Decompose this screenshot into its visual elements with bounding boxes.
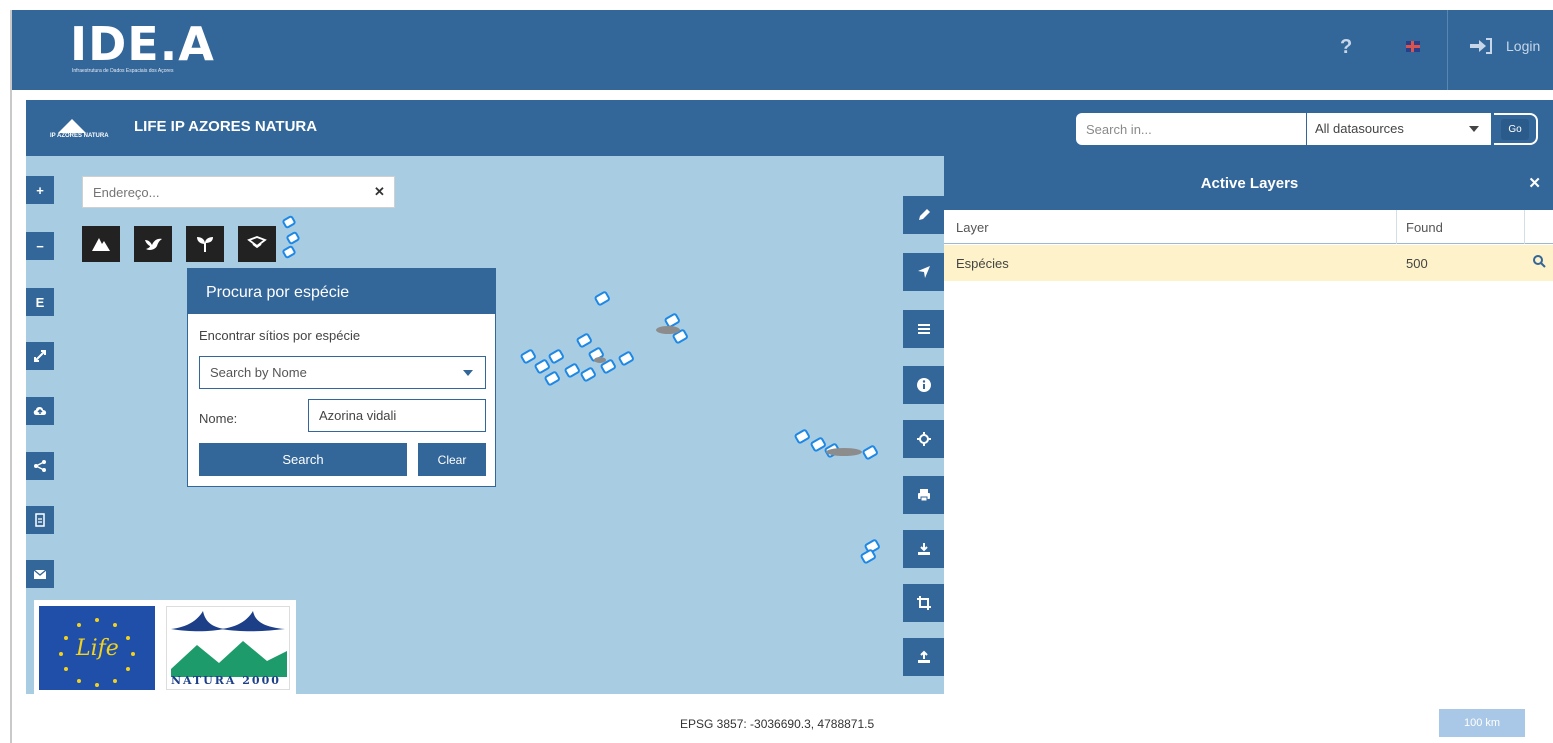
species-panel-title: Procura por espécie bbox=[188, 269, 495, 314]
life-eu-logo: Life bbox=[39, 606, 155, 690]
active-layers-title: Active Layers bbox=[944, 156, 1553, 210]
login-label: Login bbox=[1506, 38, 1541, 54]
caret-down-icon bbox=[463, 370, 473, 376]
logo-subtitle: Infraestrutura de Dados Espaciais dos Aç… bbox=[72, 68, 174, 74]
idea-logo[interactable]: IDE.A bbox=[70, 20, 215, 68]
go-button[interactable]: Go bbox=[1494, 113, 1538, 145]
close-icon[interactable]: ✕ bbox=[1528, 174, 1541, 192]
map-canvas[interactable]: + − E ✕ bbox=[26, 156, 944, 694]
download-icon bbox=[917, 543, 930, 555]
natura-logo-text: NATURA 2000 bbox=[171, 674, 281, 687]
info-tool-button[interactable] bbox=[903, 366, 944, 404]
name-label: Nome: bbox=[199, 411, 238, 426]
species-name-input[interactable] bbox=[308, 399, 486, 432]
species-search-button[interactable]: Search bbox=[199, 443, 407, 476]
layer-name-cell: Espécies bbox=[956, 256, 1009, 271]
info-icon bbox=[916, 378, 931, 392]
search-icon[interactable] bbox=[1532, 254, 1546, 268]
crosshair-icon bbox=[916, 432, 931, 446]
found-count-cell: 500 bbox=[1406, 256, 1428, 271]
location-arrow-icon bbox=[917, 266, 930, 278]
upload-tool-button[interactable] bbox=[903, 638, 944, 676]
species-panel-subtitle: Encontrar sítios por espécie bbox=[199, 328, 361, 343]
language-flag-icon[interactable] bbox=[1406, 41, 1420, 52]
column-header-found[interactable]: Found bbox=[1406, 220, 1443, 235]
natura-2000-logo: NATURA 2000 bbox=[166, 606, 290, 690]
go-label: Go bbox=[1501, 118, 1529, 140]
login-button[interactable]: Login bbox=[1470, 38, 1540, 54]
active-layers-panel: Active Layers ✕ Layer Found Espécies 500 bbox=[944, 156, 1553, 694]
portal-title: LIFE IP AZORES NATURA bbox=[134, 118, 318, 135]
crosshair-tool-button[interactable] bbox=[903, 420, 944, 458]
datasource-select[interactable]: All datasources bbox=[1307, 113, 1491, 145]
partner-logos: Life NATURA 2000 bbox=[34, 600, 296, 694]
catalog-search-input[interactable] bbox=[1076, 113, 1306, 145]
download-tool-button[interactable] bbox=[903, 530, 944, 568]
column-header-layer[interactable]: Layer bbox=[956, 220, 989, 235]
crop-icon bbox=[916, 596, 931, 610]
search-by-selected: Search by Nome bbox=[210, 365, 307, 380]
app-frame: IDE.A Infraestrutura de Dados Espaciais … bbox=[10, 10, 1553, 743]
layers-list-button[interactable] bbox=[903, 310, 944, 348]
species-search-panel: Procura por espécie Encontrar sítios por… bbox=[187, 268, 496, 487]
life-logo-text: Life bbox=[76, 636, 119, 661]
species-clear-button[interactable]: Clear bbox=[418, 443, 486, 476]
upload-icon bbox=[917, 650, 930, 663]
coordinate-readout: EPSG 3857: -3036690.3, 4788871.5 bbox=[680, 717, 875, 731]
list-icon bbox=[917, 324, 930, 334]
login-icon bbox=[1470, 38, 1492, 54]
locate-tool-button[interactable] bbox=[903, 253, 944, 291]
header-divider bbox=[1447, 10, 1448, 90]
print-tool-button[interactable] bbox=[903, 476, 944, 514]
portal-logo: IP AZORES NATURA bbox=[50, 115, 109, 141]
help-icon[interactable]: ? bbox=[1340, 36, 1352, 59]
portal-logo-text: IP AZORES NATURA bbox=[50, 133, 109, 139]
layers-table-header: Layer Found bbox=[944, 210, 1553, 244]
datasource-selected: All datasources bbox=[1315, 121, 1404, 136]
portal-header: IP AZORES NATURA LIFE IP AZORES NATURA A… bbox=[26, 100, 1553, 156]
table-row[interactable]: Espécies 500 bbox=[944, 245, 1553, 281]
top-header: IDE.A Infraestrutura de Dados Espaciais … bbox=[12, 10, 1553, 90]
caret-down-icon bbox=[1469, 126, 1479, 132]
crop-tool-button[interactable] bbox=[903, 584, 944, 622]
print-icon bbox=[917, 489, 930, 502]
search-by-select[interactable]: Search by Nome bbox=[199, 356, 486, 389]
draw-tool-button[interactable] bbox=[903, 196, 944, 234]
scale-bar: 100 km bbox=[1439, 709, 1525, 737]
pencil-icon bbox=[918, 209, 930, 220]
